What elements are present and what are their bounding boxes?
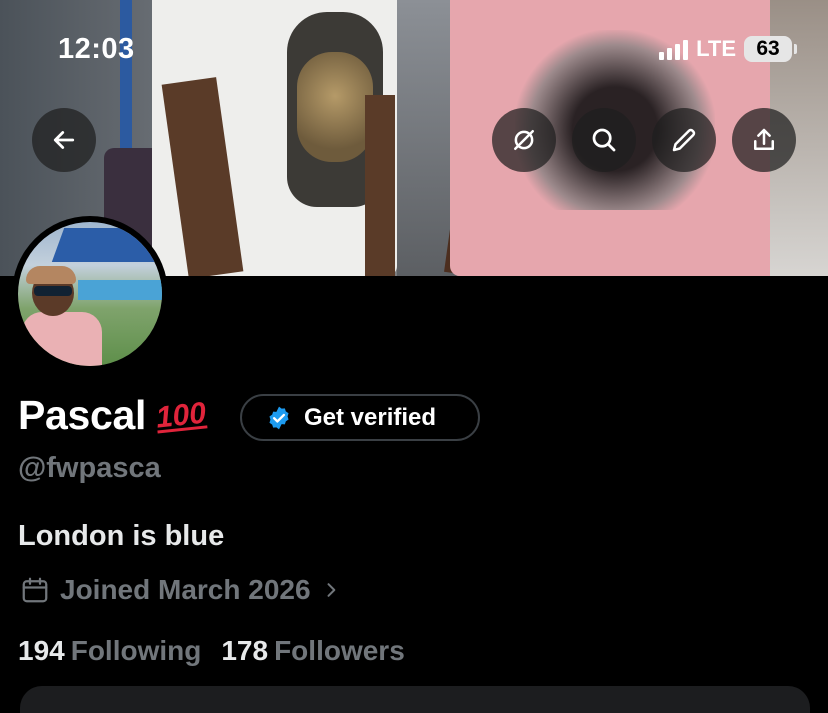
get-verified-button[interactable]: Get verified <box>240 394 480 441</box>
joined-date: Joined March 2026 <box>60 574 311 605</box>
profile-name-row: Pascal 100 <box>18 392 208 439</box>
followers-link[interactable]: 178 Followers <box>221 635 404 667</box>
search-icon <box>592 128 616 152</box>
get-verified-label: Get verified <box>304 403 437 431</box>
hundred-emoji-icon: 100 <box>154 395 208 435</box>
back-button[interactable] <box>32 108 96 172</box>
circle-slash-icon <box>514 130 534 150</box>
avatar[interactable] <box>12 216 168 372</box>
pencil-icon <box>672 128 696 152</box>
battery-level: 63 <box>756 37 780 60</box>
follow-stats: 194 Following 178 Followers <box>18 635 405 667</box>
following-label: Following <box>70 635 202 666</box>
avatar-photo <box>18 222 162 366</box>
verified-badge-icon <box>269 406 289 429</box>
grok-button[interactable] <box>492 108 556 172</box>
battery-icon: 63 <box>744 36 797 62</box>
share-button[interactable] <box>732 108 796 172</box>
profile-name: Pascal <box>18 392 147 438</box>
profile-bio: London is blue <box>18 520 225 552</box>
network-type: LTE <box>696 36 736 61</box>
status-indicators: LTE 63 <box>659 36 797 62</box>
status-time: 12:03 <box>58 33 135 65</box>
edit-button[interactable] <box>652 108 716 172</box>
signal-icon <box>659 38 689 60</box>
profile-handle: @fwpasca <box>18 452 161 484</box>
profile-card[interactable] <box>20 686 810 713</box>
search-button[interactable] <box>572 108 636 172</box>
chevron-right-icon <box>327 583 335 597</box>
banner-background <box>397 0 457 276</box>
arrow-left-icon <box>53 131 75 149</box>
banner-arm <box>365 95 395 276</box>
calendar-icon <box>22 577 48 603</box>
share-icon <box>754 128 774 150</box>
joined-date-row[interactable]: Joined March 2026 <box>20 574 341 606</box>
following-count: 194 <box>18 635 65 666</box>
followers-label: Followers <box>274 635 405 666</box>
followers-count: 178 <box>221 635 269 666</box>
following-link[interactable]: 194 Following <box>18 635 201 667</box>
